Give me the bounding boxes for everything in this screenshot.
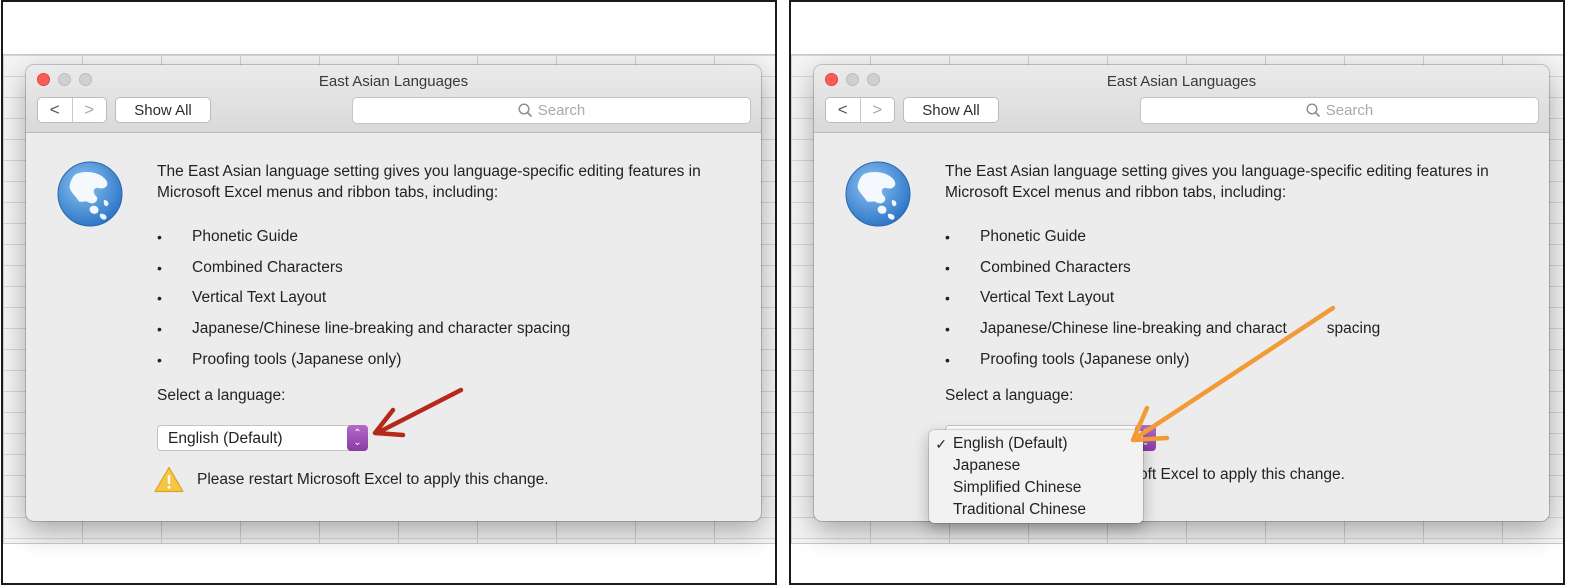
- menu-item-label: English (Default): [953, 435, 1068, 452]
- window-content: The East Asian language setting gives yo…: [26, 133, 761, 521]
- globe-icon: [845, 161, 911, 227]
- feature-label: Japanese/Chinese line-breaking and chara…: [980, 320, 1287, 338]
- list-item: • Combined Characters: [945, 253, 1380, 284]
- feature-label: Vertical Text Layout: [192, 289, 327, 307]
- show-all-button[interactable]: Show All: [115, 97, 211, 123]
- back-forward-control: < >: [37, 97, 107, 123]
- bullet-marker: •: [945, 290, 950, 307]
- search-field[interactable]: Search: [1140, 97, 1539, 124]
- bullet-marker: •: [945, 351, 950, 368]
- search-placeholder: Search: [1325, 102, 1374, 119]
- menu-item-label: Japanese: [953, 457, 1021, 474]
- list-item: • Proofing tools (Japanese only): [157, 344, 570, 375]
- window-content: The East Asian language setting gives yo…: [814, 133, 1549, 521]
- east-asian-languages-window: East Asian Languages < > Show All Search…: [26, 65, 761, 521]
- intro-text: The East Asian language setting gives yo…: [945, 163, 1489, 201]
- window-title: East Asian Languages: [1106, 73, 1257, 90]
- search-icon: [1306, 103, 1320, 118]
- globe-icon: [57, 161, 123, 227]
- list-item: • Phonetic Guide: [945, 222, 1380, 253]
- bullet-marker: •: [157, 351, 162, 368]
- bullet-marker: •: [157, 229, 162, 246]
- warning-text: Please restart Microsoft Excel to apply …: [197, 470, 549, 488]
- intro-text: The East Asian language setting gives yo…: [157, 163, 701, 201]
- menu-item-label: Simplified Chinese: [953, 479, 1082, 496]
- list-item: • Proofing tools (Japanese only): [945, 344, 1380, 375]
- window-titlebar: East Asian Languages < > Show All Search: [26, 65, 761, 133]
- menu-item-simplified-chinese[interactable]: Simplified Chinese: [929, 477, 1143, 499]
- selected-language: English (Default): [168, 430, 283, 447]
- feature-label: Combined Characters: [980, 258, 1131, 276]
- feature-label: Phonetic Guide: [980, 228, 1086, 246]
- list-item: • Japanese/Chinese line-breaking and char…: [945, 314, 1380, 345]
- bullet-marker: •: [945, 259, 950, 276]
- left-screenshot-panel: East Asian Languages < > Show All Search…: [1, 0, 777, 585]
- feature-label: Vertical Text Layout: [980, 289, 1115, 307]
- forward-button[interactable]: >: [859, 98, 895, 122]
- back-forward-control: < >: [825, 97, 895, 123]
- restart-warning: oft Excel to apply this change.: [1139, 466, 1345, 484]
- search-placeholder: Search: [537, 102, 586, 119]
- bullet-marker: •: [157, 290, 162, 307]
- list-item: • Combined Characters: [157, 253, 570, 284]
- list-item: • Phonetic Guide: [157, 222, 570, 253]
- feature-list: • Phonetic Guide • Combined Characters • Ve…: [157, 222, 570, 375]
- bullet-marker: •: [945, 321, 950, 338]
- feature-list: • Phonetic Guide • Combined Characters • Ve…: [945, 222, 1380, 375]
- back-button[interactable]: <: [38, 98, 72, 122]
- window-title: East Asian Languages: [318, 73, 469, 90]
- check-icon: ✓: [935, 435, 947, 452]
- east-asian-languages-window: East Asian Languages < > Show All Search…: [814, 65, 1549, 521]
- feature-label: Japanese/Chinese line-breaking and chara…: [192, 320, 571, 338]
- feature-label: Phonetic Guide: [192, 228, 298, 246]
- feature-label: Combined Characters: [192, 258, 343, 276]
- search-field[interactable]: Search: [352, 97, 751, 124]
- list-item: • Vertical Text Layout: [945, 283, 1380, 314]
- bullet-marker: •: [157, 259, 162, 276]
- feature-label-tail: spacing: [1326, 320, 1381, 338]
- popup-stepper-icon: ⌃ ⌄: [347, 425, 368, 451]
- language-popup-button[interactable]: English (Default) ⌃ ⌄: [157, 425, 368, 451]
- show-all-button[interactable]: Show All: [903, 97, 999, 123]
- bullet-marker: •: [157, 321, 162, 338]
- menu-item-traditional-chinese[interactable]: Traditional Chinese: [929, 499, 1143, 521]
- select-language-label: Select a language:: [945, 387, 1074, 404]
- warning-icon: [154, 466, 184, 493]
- warning-text-partial: oft Excel to apply this change.: [1139, 466, 1345, 483]
- menu-item-japanese[interactable]: Japanese: [929, 455, 1143, 477]
- window-titlebar: East Asian Languages < > Show All Search: [814, 65, 1549, 133]
- list-item: • Japanese/Chinese line-breaking and char…: [157, 314, 570, 345]
- feature-label: Proofing tools (Japanese only): [980, 350, 1190, 368]
- restart-warning: Please restart Microsoft Excel to apply …: [154, 466, 549, 493]
- forward-button[interactable]: >: [71, 98, 107, 122]
- back-button[interactable]: <: [826, 98, 860, 122]
- menu-item-english[interactable]: ✓ English (Default): [929, 433, 1143, 455]
- language-dropdown-menu: ✓ English (Default) Japanese Simplified C…: [929, 430, 1143, 523]
- bullet-marker: •: [945, 229, 950, 246]
- feature-label: Proofing tools (Japanese only): [192, 350, 402, 368]
- search-icon: [518, 103, 532, 118]
- list-item: • Vertical Text Layout: [157, 283, 570, 314]
- right-screenshot-panel: East Asian Languages < > Show All Search…: [789, 0, 1565, 585]
- select-language-label: Select a language:: [157, 387, 286, 404]
- menu-item-label: Traditional Chinese: [953, 501, 1086, 518]
